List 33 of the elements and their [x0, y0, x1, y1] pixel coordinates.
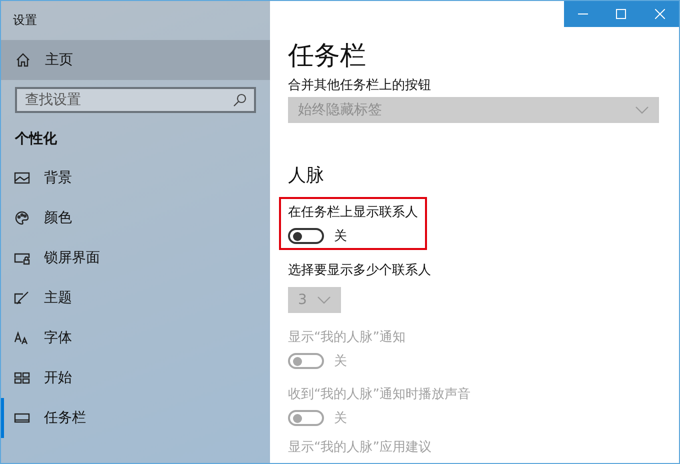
setting-label: 在任务栏上显示联系人 — [288, 204, 418, 222]
setting-label: 选择要显示多少个联系人 — [288, 262, 432, 280]
picture-icon — [14, 170, 30, 186]
nav-item[interactable]: 字体 — [1, 318, 270, 358]
close-icon — [654, 9, 665, 19]
window-title: 设置 — [12, 12, 38, 29]
nav-item[interactable]: 主题 — [1, 278, 270, 318]
toggle-state: 关 — [334, 228, 347, 245]
setting-label: 收到“我的人脉”通知时播放声音 — [288, 386, 472, 404]
nav-item[interactable]: 背景 — [1, 158, 270, 198]
setting-label: 合并其他任务栏上的按钮 — [288, 77, 432, 95]
nav-item[interactable]: 锁屏界面 — [1, 238, 270, 278]
grid-icon — [14, 370, 30, 386]
section-title: 个性化 — [15, 130, 58, 148]
chevron-down-icon — [317, 296, 331, 304]
toggle-state: 关 — [334, 353, 347, 370]
search-field[interactable]: 查找设置 — [15, 87, 256, 113]
page-title: 任务栏 — [288, 40, 367, 73]
chevron-down-icon — [635, 106, 649, 114]
maximize-icon — [616, 9, 626, 19]
search-icon — [233, 93, 247, 107]
nav-item[interactable]: 开始 — [1, 358, 270, 398]
font-icon — [14, 330, 30, 346]
setting-label: 显示“我的人脉”通知 — [288, 329, 406, 347]
palette-icon — [14, 210, 30, 226]
section-heading: 人脉 — [288, 164, 325, 187]
nav-item[interactable]: 颜色 — [1, 198, 270, 238]
brush-icon — [14, 290, 30, 306]
setting-label: 显示“我的人脉”应用建议 — [288, 439, 432, 457]
home-nav-item[interactable]: 主页 — [1, 40, 270, 80]
home-icon — [15, 52, 31, 68]
toggle-switch[interactable] — [288, 228, 324, 244]
toggle-state: 关 — [334, 410, 347, 427]
